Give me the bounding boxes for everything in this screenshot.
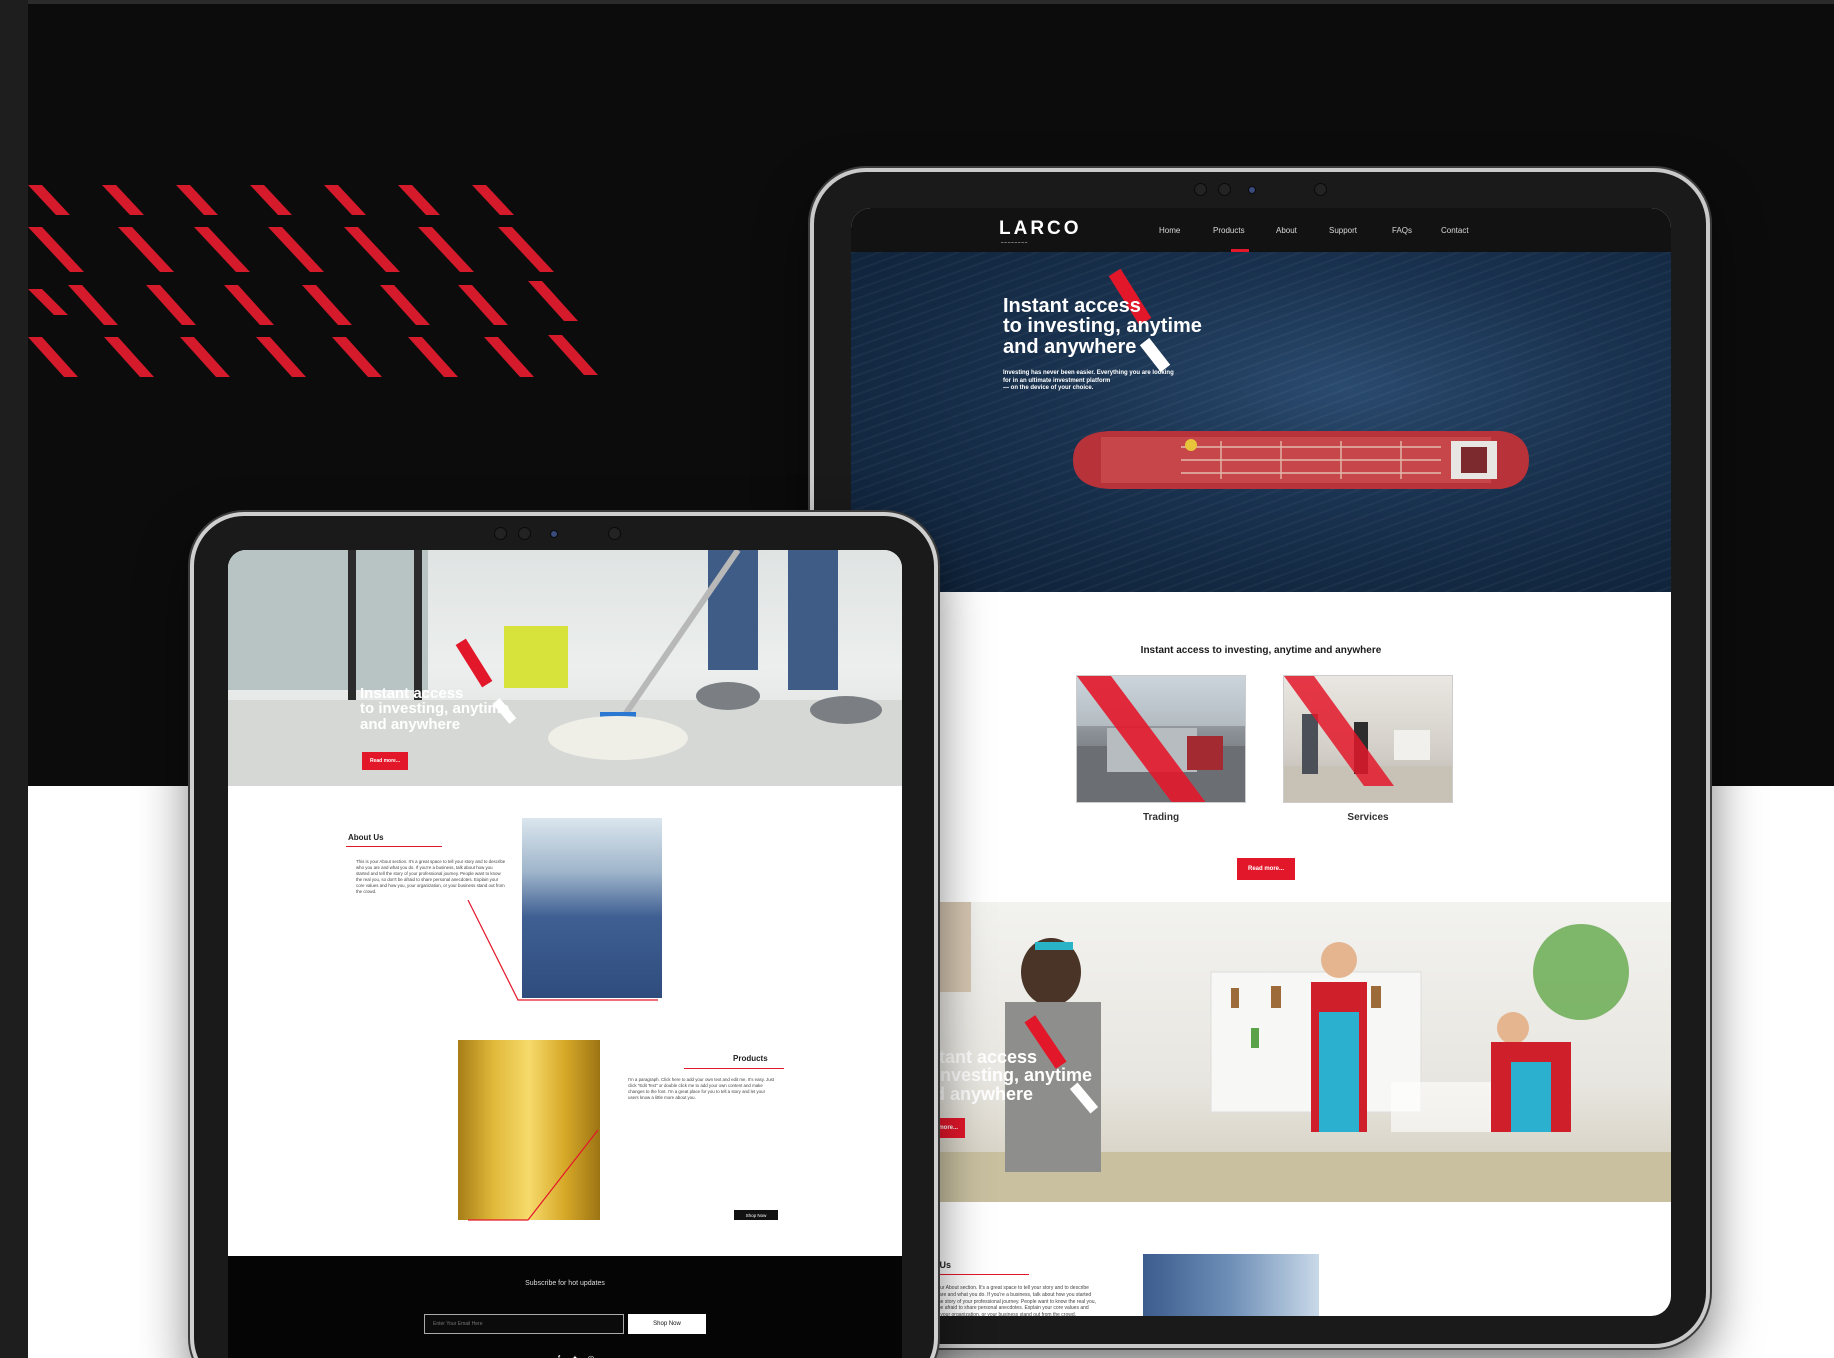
products-red-accent-line bbox=[468, 1130, 599, 1221]
camera-lens bbox=[1314, 183, 1327, 196]
left-hero-title-line: and anywhere bbox=[360, 715, 461, 733]
hero-title-line: to investing, anytime bbox=[1003, 315, 1202, 338]
about-red-accent-line bbox=[467, 900, 658, 1001]
services-card-label[interactable]: Services bbox=[1283, 812, 1453, 823]
promo-title-line: to investing, anytime bbox=[913, 1065, 1093, 1086]
top-navigation: LARCO ━━━━━━━━ Home Products About Suppo… bbox=[851, 208, 1671, 252]
container-image bbox=[1143, 1254, 1319, 1316]
trading-card-label[interactable]: Trading bbox=[1076, 812, 1246, 823]
about-section-text: This is your About section. It's a great… bbox=[919, 1285, 1096, 1316]
left-hero-title-line: Instant access bbox=[360, 685, 464, 702]
website-screen-tablet: Instant access to investing, anytime and… bbox=[228, 550, 902, 1358]
sensor-dot bbox=[1248, 186, 1256, 194]
camera-array bbox=[1194, 180, 1344, 198]
mopping-photo bbox=[228, 550, 902, 786]
subscribe-footer: Subscribe for hot updates Shop Now f ✦ ◎ bbox=[228, 1256, 902, 1358]
trading-truck-photo bbox=[1077, 676, 1245, 802]
camera-lens bbox=[1218, 183, 1231, 196]
website-screen-desktop: LARCO ━━━━━━━━ Home Products About Suppo… bbox=[851, 208, 1671, 1316]
facebook-icon[interactable]: f bbox=[552, 1354, 566, 1358]
hero-description-line: Investing has never been easier. Everyth… bbox=[1003, 370, 1174, 376]
camera-lens bbox=[494, 527, 507, 540]
instagram-icon[interactable]: ◎ bbox=[584, 1354, 598, 1358]
subscribe-submit-button[interactable]: Shop Now bbox=[628, 1314, 706, 1334]
cleaning-team-section: Instant access to investing, anytime and… bbox=[851, 902, 1671, 1202]
brand-logo[interactable]: LARCO bbox=[999, 218, 1082, 240]
shop-now-button[interactable]: Shop Now bbox=[734, 1210, 778, 1220]
camera-lens bbox=[608, 527, 621, 540]
about-title-underline bbox=[346, 846, 442, 847]
hero-title-line: and anywhere bbox=[1003, 335, 1137, 358]
services-card-image[interactable] bbox=[1283, 675, 1453, 803]
logo-tagline-mark: ━━━━━━━━ bbox=[1001, 240, 1029, 245]
hero-description-line: — on the device of your choice. bbox=[1003, 385, 1094, 391]
twitter-icon[interactable]: ✦ bbox=[568, 1354, 582, 1358]
nav-item-home[interactable]: Home bbox=[1159, 226, 1180, 235]
nav-item-products[interactable]: Products bbox=[1213, 226, 1245, 235]
nav-item-faqs[interactable]: FAQs bbox=[1392, 226, 1412, 235]
tablet-right: LARCO ━━━━━━━━ Home Products About Suppo… bbox=[810, 168, 1710, 1348]
products-section-text: I'm a paragraph. Click here to add your … bbox=[628, 1077, 775, 1100]
about-text-left: This is your About section. It's a great… bbox=[356, 859, 506, 894]
hero-description-line: for in an ultimate investment platform bbox=[1003, 377, 1111, 384]
products-title-underline bbox=[684, 1068, 784, 1069]
cards-section-title: Instant access to investing, anytime and… bbox=[1140, 645, 1382, 656]
left-hero-title-line: to investing, anytime bbox=[360, 700, 510, 718]
red-stripe-pattern bbox=[28, 185, 598, 377]
promo-title-line: Instant access bbox=[913, 1047, 1038, 1067]
subscribe-title: Subscribe for hot updates bbox=[525, 1280, 605, 1287]
camera-lens bbox=[1194, 183, 1207, 196]
ocean-texture bbox=[851, 252, 1671, 592]
read-more-button[interactable]: Read more... bbox=[1237, 858, 1295, 880]
window-left-edge bbox=[0, 0, 28, 1358]
nav-item-about[interactable]: About bbox=[1276, 226, 1297, 235]
hero-title-line: Instant access bbox=[1003, 295, 1141, 317]
nav-item-support[interactable]: Support bbox=[1329, 226, 1357, 235]
services-room-photo bbox=[1284, 676, 1452, 802]
camera-array bbox=[494, 524, 644, 542]
sensor-dot bbox=[550, 530, 558, 538]
hero-mopping-section: Instant access to investing, anytime and… bbox=[228, 550, 902, 786]
email-input[interactable] bbox=[424, 1314, 624, 1334]
products-section-title: Products bbox=[733, 1054, 768, 1063]
hero-ocean-section: Instant access to investing, anytime and… bbox=[851, 252, 1671, 592]
tanker-ship-image bbox=[1073, 431, 1529, 489]
camera-lens bbox=[518, 527, 531, 540]
left-hero-read-more-button[interactable]: Read more... bbox=[362, 752, 408, 770]
about-title-left: About Us bbox=[348, 833, 384, 842]
nav-item-contact[interactable]: Contact bbox=[1441, 226, 1469, 235]
promo-title-line: and anywhere bbox=[913, 1083, 1034, 1104]
tablet-left: Instant access to investing, anytime and… bbox=[190, 512, 938, 1358]
trading-card-image[interactable] bbox=[1076, 675, 1246, 803]
